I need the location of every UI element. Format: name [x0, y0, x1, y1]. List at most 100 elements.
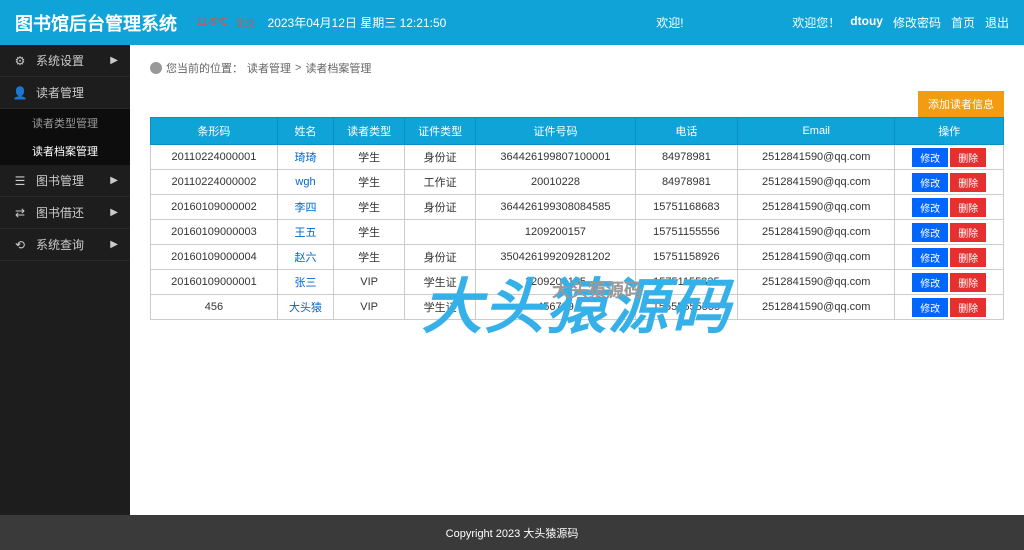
reader-name-link[interactable]: 赵六: [277, 245, 333, 270]
reader-name-link[interactable]: wgh: [277, 170, 333, 195]
table-cell: 84978981: [635, 170, 737, 195]
sidebar-item-system[interactable]: ⚙ 系统设置 ▶: [0, 45, 130, 77]
table-cell: 1209200155: [476, 270, 636, 295]
reader-name-link[interactable]: 张三: [277, 270, 333, 295]
edit-button[interactable]: 修改: [912, 248, 948, 267]
table-cell: 20110224000001: [151, 145, 278, 170]
breadcrumb-sep: >: [295, 62, 301, 74]
table-cell: [405, 220, 476, 245]
table-cell: 学生证: [405, 270, 476, 295]
sidebar-item-label: 图书管理: [36, 172, 84, 189]
sidebar-item-borrow[interactable]: ⇄ 图书借还 ▶: [0, 197, 130, 229]
table-header: 条形码: [151, 118, 278, 145]
breadcrumb: 您当前的位置： 读者管理 > 读者档案管理: [150, 60, 1004, 76]
delete-button[interactable]: 删除: [950, 273, 986, 292]
delete-button[interactable]: 删除: [950, 173, 986, 192]
edit-button[interactable]: 修改: [912, 173, 948, 192]
gear-icon: ⚙: [12, 53, 28, 69]
sidebar: ⚙ 系统设置 ▶ 👤 读者管理 读者类型管理 读者档案管理 ☰ 图书管理 ▶ ⇄…: [0, 45, 130, 515]
delete-button[interactable]: 删除: [950, 298, 986, 317]
sidebar-item-label: 系统查询: [36, 236, 84, 253]
reader-table: 条形码姓名读者类型证件类型证件号码电话Email操作 2011022400000…: [150, 117, 1004, 320]
op-cell: 修改删除: [895, 170, 1004, 195]
breadcrumb-p2: 读者档案管理: [305, 60, 371, 76]
table-cell: 2512841590@qq.com: [738, 270, 895, 295]
table-cell: 2512841590@qq.com: [738, 220, 895, 245]
sidebar-item-book[interactable]: ☰ 图书管理 ▶: [0, 165, 130, 197]
edit-button[interactable]: 修改: [912, 223, 948, 242]
submenu-reader-type[interactable]: 读者类型管理: [0, 109, 130, 137]
table-cell: 2512841590@qq.com: [738, 295, 895, 320]
edit-button[interactable]: 修改: [912, 298, 948, 317]
location-icon: [150, 62, 162, 74]
table-row: 20160109000003王五学生1209200157157511555562…: [151, 220, 1004, 245]
add-reader-button[interactable]: 添加读者信息: [918, 91, 1004, 117]
edit-button[interactable]: 修改: [912, 148, 948, 167]
sidebar-item-query[interactable]: ⟲ 系统查询 ▶: [0, 229, 130, 261]
footer: Copyright 2023 大头猿源码: [0, 515, 1024, 550]
search-icon: ⟲: [12, 237, 28, 253]
sidebar-item-label: 读者管理: [36, 84, 84, 101]
weather-city: 北京: [236, 15, 256, 30]
delete-button[interactable]: 删除: [950, 223, 986, 242]
table-header: 操作: [895, 118, 1004, 145]
reader-name-link[interactable]: 琦琦: [277, 145, 333, 170]
delete-button[interactable]: 删除: [950, 248, 986, 267]
edit-button[interactable]: 修改: [912, 198, 948, 217]
table-header: 读者类型: [334, 118, 405, 145]
table-header: Email: [738, 118, 895, 145]
table-cell: 15751155335: [635, 270, 737, 295]
table-cell: 工作证: [405, 170, 476, 195]
table-cell: 15751155556: [635, 220, 737, 245]
table-cell: 456789: [476, 295, 636, 320]
table-cell: 2512841590@qq.com: [738, 170, 895, 195]
submenu-reader-file[interactable]: 读者档案管理: [0, 137, 130, 165]
delete-button[interactable]: 删除: [950, 198, 986, 217]
table-cell: 身份证: [405, 245, 476, 270]
chevron-right-icon: ▶: [110, 55, 118, 66]
table-cell: 2512841590@qq.com: [738, 145, 895, 170]
table-cell: 364426199308084585: [476, 195, 636, 220]
chevron-right-icon: ▶: [110, 239, 118, 250]
reader-name-link[interactable]: 大头猿: [277, 295, 333, 320]
table-cell: 学生: [334, 195, 405, 220]
table-header: 电话: [635, 118, 737, 145]
op-cell: 修改删除: [895, 195, 1004, 220]
table-cell: 20010228: [476, 170, 636, 195]
table-cell: 20160109000003: [151, 220, 278, 245]
logout-link[interactable]: 退出: [985, 14, 1009, 31]
sidebar-submenu-reader: 读者类型管理 读者档案管理: [0, 109, 130, 165]
book-icon: ☰: [12, 173, 28, 189]
swap-icon: ⇄: [12, 205, 28, 221]
reader-name-link[interactable]: 王五: [277, 220, 333, 245]
table-cell: 学生: [334, 145, 405, 170]
table-cell: VIP: [334, 270, 405, 295]
datetime: 2023年04月12日 星期三 12:21:50: [268, 14, 447, 31]
table-cell: 15751158926: [635, 245, 737, 270]
user-icon: 👤: [12, 85, 28, 101]
username[interactable]: dtouy: [850, 14, 883, 31]
breadcrumb-label: 您当前的位置：: [166, 60, 243, 76]
welcome-text: 欢迎!: [656, 14, 683, 31]
weather-temp: 11-5℃: [197, 17, 228, 28]
edit-button[interactable]: 修改: [912, 273, 948, 292]
op-cell: 修改删除: [895, 270, 1004, 295]
welcome2-text: 欢迎您！: [792, 14, 840, 31]
delete-button[interactable]: 删除: [950, 148, 986, 167]
sidebar-item-label: 图书借还: [36, 204, 84, 221]
reader-name-link[interactable]: 李四: [277, 195, 333, 220]
table-cell: 学生: [334, 170, 405, 195]
op-cell: 修改删除: [895, 145, 1004, 170]
breadcrumb-p1[interactable]: 读者管理: [247, 60, 291, 76]
table-row: 456大头猿VIP学生证456789155555555552512841590@…: [151, 295, 1004, 320]
table-row: 20160109000002李四学生身份证3644261993080845851…: [151, 195, 1004, 220]
op-cell: 修改删除: [895, 245, 1004, 270]
table-header: 姓名: [277, 118, 333, 145]
sidebar-item-reader[interactable]: 👤 读者管理: [0, 77, 130, 109]
table-cell: 15751168683: [635, 195, 737, 220]
table-cell: 1209200157: [476, 220, 636, 245]
change-password-link[interactable]: 修改密码: [893, 14, 941, 31]
table-cell: 学生证: [405, 295, 476, 320]
home-link[interactable]: 首页: [951, 14, 975, 31]
table-header: 证件号码: [476, 118, 636, 145]
